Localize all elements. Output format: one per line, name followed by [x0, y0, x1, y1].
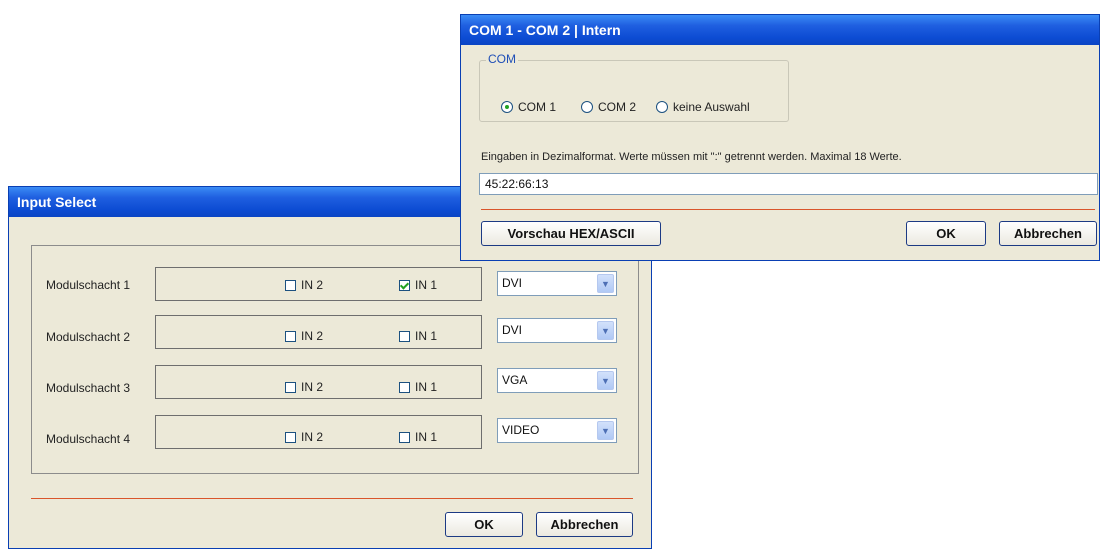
com-dialog-titlebar[interactable]: COM 1 - COM 2 | Intern [461, 15, 1099, 45]
checkbox-label: IN 1 [415, 380, 438, 394]
row-label-modulschacht-1: Modulschacht 1 [46, 278, 131, 292]
checkbox-box-checked[interactable] [399, 279, 410, 291]
input-format-hint: Eingaben in Dezimalformat. Werte müssen … [481, 151, 902, 163]
com-values-input[interactable] [479, 173, 1098, 195]
radio-dot[interactable] [656, 101, 668, 113]
checkbox-in1-row1[interactable]: IN 1 [399, 278, 437, 292]
preview-hex-ascii-button[interactable]: Vorschau HEX/ASCII [481, 221, 661, 246]
checkbox-box[interactable] [399, 431, 410, 443]
ok-button[interactable]: OK [445, 512, 523, 537]
checkbox-in1-row3[interactable]: IN 1 [399, 380, 437, 394]
radio-label: COM 2 [598, 100, 637, 114]
checkbox-in2-row3[interactable]: IN 2 [285, 380, 323, 394]
checkbox-in2-row1[interactable]: IN 2 [285, 278, 323, 292]
chevron-down-icon[interactable]: ▼ [597, 371, 614, 390]
source-select-row4[interactable]: VIDEO ▼ [497, 418, 617, 443]
checkbox-label: IN 1 [415, 430, 438, 444]
checkbox-box[interactable] [285, 431, 296, 443]
checkbox-label: IN 2 [301, 278, 324, 292]
select-value: VIDEO [502, 423, 540, 437]
select-value: DVI [502, 276, 523, 290]
radio-label: keine Auswahl [673, 100, 750, 114]
radio-dot[interactable] [581, 101, 593, 113]
ok-button[interactable]: OK [906, 221, 986, 246]
checkbox-in2-row2[interactable]: IN 2 [285, 329, 323, 343]
checkbox-label: IN 1 [415, 329, 438, 343]
row-label-modulschacht-2: Modulschacht 2 [46, 330, 131, 344]
checkbox-label: IN 2 [301, 380, 324, 394]
separator-line [481, 209, 1095, 210]
source-select-row1[interactable]: DVI ▼ [497, 271, 617, 296]
chevron-down-icon[interactable]: ▼ [597, 421, 614, 440]
cancel-button[interactable]: Abbrechen [999, 221, 1097, 246]
checkbox-in1-row4[interactable]: IN 1 [399, 430, 437, 444]
select-value: DVI [502, 323, 523, 337]
radio-com2[interactable]: COM 2 [581, 100, 636, 114]
separator-line [31, 498, 633, 499]
row-label-modulschacht-4: Modulschacht 4 [46, 432, 131, 446]
cancel-button[interactable]: Abbrechen [536, 512, 633, 537]
radio-label: COM 1 [518, 100, 557, 114]
radio-dot-selected[interactable] [501, 101, 513, 113]
checkbox-box[interactable] [399, 381, 410, 393]
radio-keine-auswahl[interactable]: keine Auswahl [656, 100, 750, 114]
source-select-row2[interactable]: DVI ▼ [497, 318, 617, 343]
checkbox-in2-row4[interactable]: IN 2 [285, 430, 323, 444]
select-value: VGA [502, 373, 528, 387]
chevron-down-icon[interactable]: ▼ [597, 321, 614, 340]
com-dialog-window: COM 1 - COM 2 | Intern COM COM 1 COM 2 k… [460, 14, 1100, 261]
checkbox-box[interactable] [399, 330, 410, 342]
checkbox-box[interactable] [285, 381, 296, 393]
row-label-modulschacht-3: Modulschacht 3 [46, 381, 131, 395]
checkbox-box[interactable] [285, 279, 296, 291]
checkbox-box[interactable] [285, 330, 296, 342]
input-select-title: Input Select [17, 194, 97, 210]
chevron-down-icon[interactable]: ▼ [597, 274, 614, 293]
source-select-row3[interactable]: VGA ▼ [497, 368, 617, 393]
com-group-label: COM [486, 52, 518, 66]
checkbox-label: IN 2 [301, 329, 324, 343]
checkbox-label: IN 1 [415, 278, 438, 292]
com-dialog-title: COM 1 - COM 2 | Intern [469, 22, 621, 38]
checkbox-label: IN 2 [301, 430, 324, 444]
checkbox-in1-row2[interactable]: IN 1 [399, 329, 437, 343]
radio-com1[interactable]: COM 1 [501, 100, 556, 114]
